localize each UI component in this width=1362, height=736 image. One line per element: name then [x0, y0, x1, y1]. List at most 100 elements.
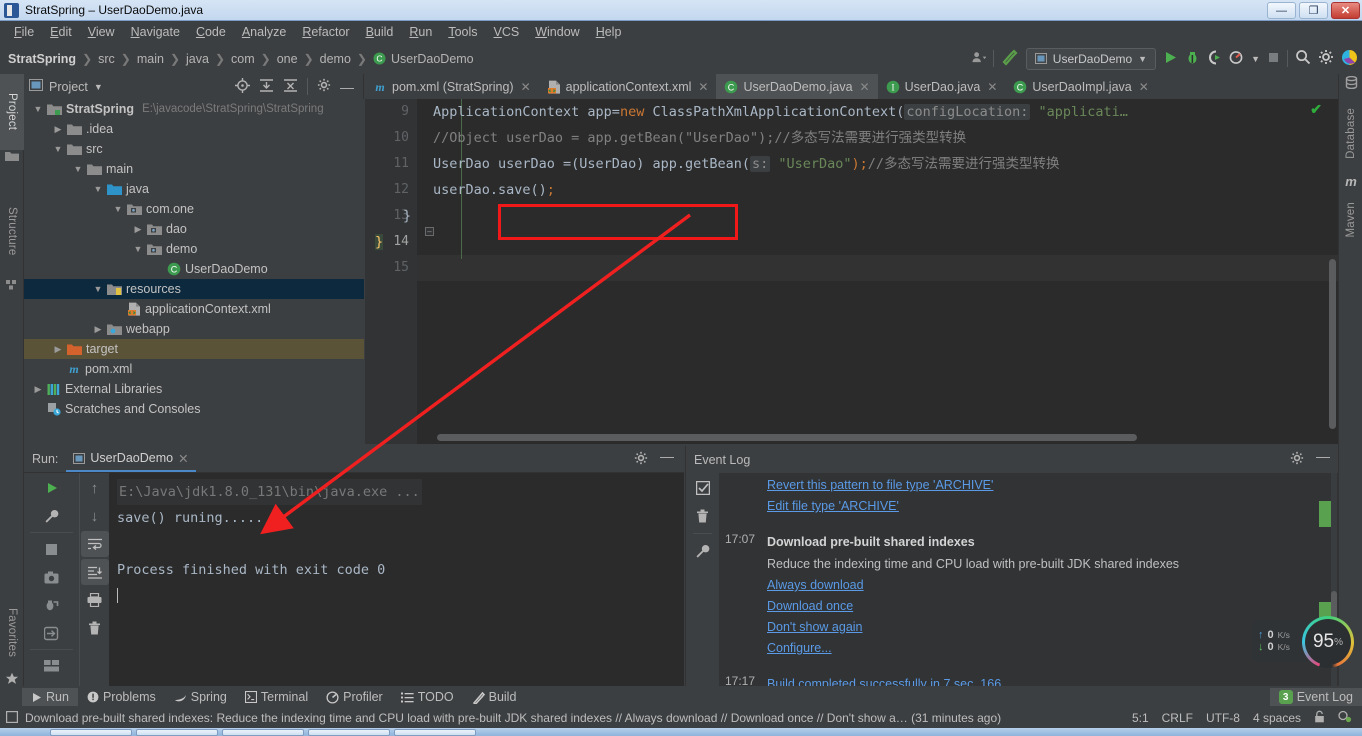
editor-tab-userdaodemo-java[interactable]: C UserDaoDemo.java ✕ — [716, 74, 878, 99]
menu-item-file[interactable]: File — [6, 23, 42, 41]
event-log-link[interactable]: Revert this pattern to file type 'ARCHIV… — [767, 475, 993, 496]
minimize-icon-run[interactable]: — — [660, 449, 674, 468]
menu-item-window[interactable]: Window — [527, 23, 587, 41]
bottom-tab-profiler[interactable]: Profiler — [317, 688, 392, 706]
tree-node-applicationcontext-xml[interactable]: applicationContext.xml — [24, 299, 364, 319]
editor-tab-pom-xml-stratspring-[interactable]: m pom.xml (StratSpring) ✕ — [365, 74, 539, 99]
sidebar-item-favorites[interactable]: Favorites — [0, 594, 24, 672]
dump-threads-icon[interactable] — [38, 592, 66, 618]
editor-vertical-scrollbar[interactable] — [1329, 259, 1336, 429]
event-log-link[interactable]: Download once — [767, 596, 1179, 617]
close-icon[interactable]: ✕ — [860, 80, 870, 94]
taskbar-item-1[interactable] — [50, 729, 132, 736]
locate-icon[interactable] — [235, 77, 250, 96]
menu-item-analyze[interactable]: Analyze — [234, 23, 294, 41]
lock-icon[interactable] — [1314, 710, 1325, 726]
event-log-link[interactable]: Configure... — [767, 638, 1179, 659]
export-icon[interactable] — [38, 620, 66, 646]
breadcrumb-one[interactable]: one — [277, 52, 298, 66]
taskbar-item-2[interactable] — [136, 729, 218, 736]
breadcrumb-demo[interactable]: demo — [320, 52, 351, 66]
notification-icon[interactable] — [6, 710, 19, 726]
tree-node-external-libraries[interactable]: ▶ External Libraries — [24, 379, 364, 399]
menu-item-navigate[interactable]: Navigate — [123, 23, 188, 41]
bottom-tab-run[interactable]: Run — [22, 688, 78, 706]
event-log-link[interactable]: Don't show again — [767, 617, 1179, 638]
run-tab-userdaodemo[interactable]: UserDaoDemo ✕ — [66, 446, 196, 472]
chevron-right-icon[interactable]: ▶ — [92, 324, 104, 335]
breadcrumb-com[interactable]: com — [231, 52, 255, 66]
chevron-down-icon[interactable]: ▼ — [1138, 54, 1147, 64]
stop-icon-run[interactable] — [38, 536, 66, 562]
breadcrumb-main[interactable]: main — [137, 52, 164, 66]
rerun-icon[interactable] — [38, 475, 66, 501]
chevron-right-icon[interactable]: ▶ — [132, 224, 144, 235]
run-console[interactable]: E:\Java\jdk1.8.0_131\bin\java.exe ... sav… — [109, 473, 684, 686]
bottom-tab-terminal[interactable]: Terminal — [236, 688, 317, 706]
chevron-right-icon[interactable]: ▶ — [52, 124, 64, 135]
close-icon[interactable]: ✕ — [698, 80, 708, 94]
status-message[interactable]: Download pre-built shared indexes: Reduc… — [25, 711, 1001, 725]
chevron-down-icon-profile[interactable]: ▼ — [1251, 54, 1260, 64]
tree-node-src[interactable]: ▼ src — [24, 139, 364, 159]
caret-position[interactable]: 5:1 — [1132, 711, 1149, 725]
sidebar-item-project[interactable]: Project — [0, 74, 24, 150]
chevron-right-icon[interactable]: ▶ — [32, 384, 44, 395]
tree-node-main[interactable]: ▼ main — [24, 159, 364, 179]
search-icon[interactable] — [1295, 49, 1311, 68]
gear-icon[interactable] — [1318, 49, 1334, 68]
menu-item-edit[interactable]: Edit — [42, 23, 80, 41]
gear-icon-project[interactable] — [317, 78, 331, 95]
run-icon[interactable] — [1163, 50, 1178, 68]
inspections-icon[interactable] — [1338, 710, 1352, 726]
close-icon-run-tab[interactable]: ✕ — [178, 451, 188, 466]
menu-item-tools[interactable]: Tools — [440, 23, 485, 41]
bottom-tab-spring[interactable]: Spring — [165, 688, 236, 706]
chevron-down-icon[interactable]: ▼ — [112, 204, 124, 214]
minimize-icon-event-log[interactable]: — — [1316, 449, 1330, 468]
cpu-usage-widget[interactable]: 95 % — [1302, 616, 1354, 668]
wrench-icon-event-log[interactable] — [689, 538, 717, 564]
event-log-link[interactable]: Always download — [767, 575, 1179, 596]
hammer-icon[interactable] — [1001, 48, 1019, 69]
sidebar-item-structure[interactable]: Structure — [0, 184, 24, 279]
project-tree[interactable]: ▼ StratSpring E:\javacode\StratSpring\Stra… — [24, 99, 364, 444]
mark-read-icon[interactable] — [689, 475, 717, 501]
taskbar-item-4[interactable] — [308, 729, 390, 736]
tree-node-dao[interactable]: ▶ dao — [24, 219, 364, 239]
sidebar-item-database[interactable]: Database — [1339, 96, 1362, 170]
idea-logo[interactable] — [1341, 49, 1358, 69]
bottom-tab-event-log[interactable]: 3 Event Log — [1269, 688, 1362, 706]
taskbar-item-5[interactable] — [394, 729, 476, 736]
scroll-to-end-icon[interactable] — [80, 559, 109, 585]
menu-item-view[interactable]: View — [80, 23, 123, 41]
layout-icon[interactable] — [38, 653, 66, 679]
debug-icon[interactable] — [1185, 50, 1200, 68]
menu-item-vcs[interactable]: VCS — [486, 23, 528, 41]
stop-icon[interactable] — [1267, 51, 1280, 67]
menu-item-code[interactable]: Code — [188, 23, 234, 41]
menu-item-refactor[interactable]: Refactor — [294, 23, 357, 41]
breadcrumb-src[interactable]: src — [98, 52, 115, 66]
close-icon[interactable]: ✕ — [987, 80, 997, 94]
coverage-icon[interactable] — [1207, 50, 1222, 68]
close-icon[interactable]: ✕ — [1139, 80, 1149, 94]
chevron-down-icon[interactable]: ▼ — [52, 144, 64, 154]
tree-node-webapp[interactable]: ▶ webapp — [24, 319, 364, 339]
collapse-all-icon[interactable] — [283, 78, 298, 96]
breadcrumb-java[interactable]: java — [186, 52, 209, 66]
editor-horizontal-scrollbar[interactable] — [437, 434, 1137, 441]
user-icon[interactable] — [971, 51, 987, 67]
profile-icon[interactable] — [1229, 50, 1244, 68]
tree-node-scratches-and-consoles[interactable]: Scratches and Consoles — [24, 399, 364, 419]
close-button[interactable]: ✕ — [1331, 2, 1360, 19]
bottom-tab-build[interactable]: Build — [463, 688, 526, 706]
event-log-content[interactable]: Revert this pattern to file type 'ARCHIV… — [719, 473, 1339, 686]
trash-icon-run[interactable] — [81, 615, 109, 641]
close-icon[interactable]: ✕ — [521, 80, 531, 94]
event-log-link[interactable]: Edit file type 'ARCHIVE' — [767, 496, 993, 517]
minimize-icon-project[interactable]: — — [340, 80, 354, 94]
tree-node-demo[interactable]: ▼ demo — [24, 239, 364, 259]
expand-all-icon[interactable] — [259, 78, 274, 96]
tree-node-java[interactable]: ▼ java — [24, 179, 364, 199]
